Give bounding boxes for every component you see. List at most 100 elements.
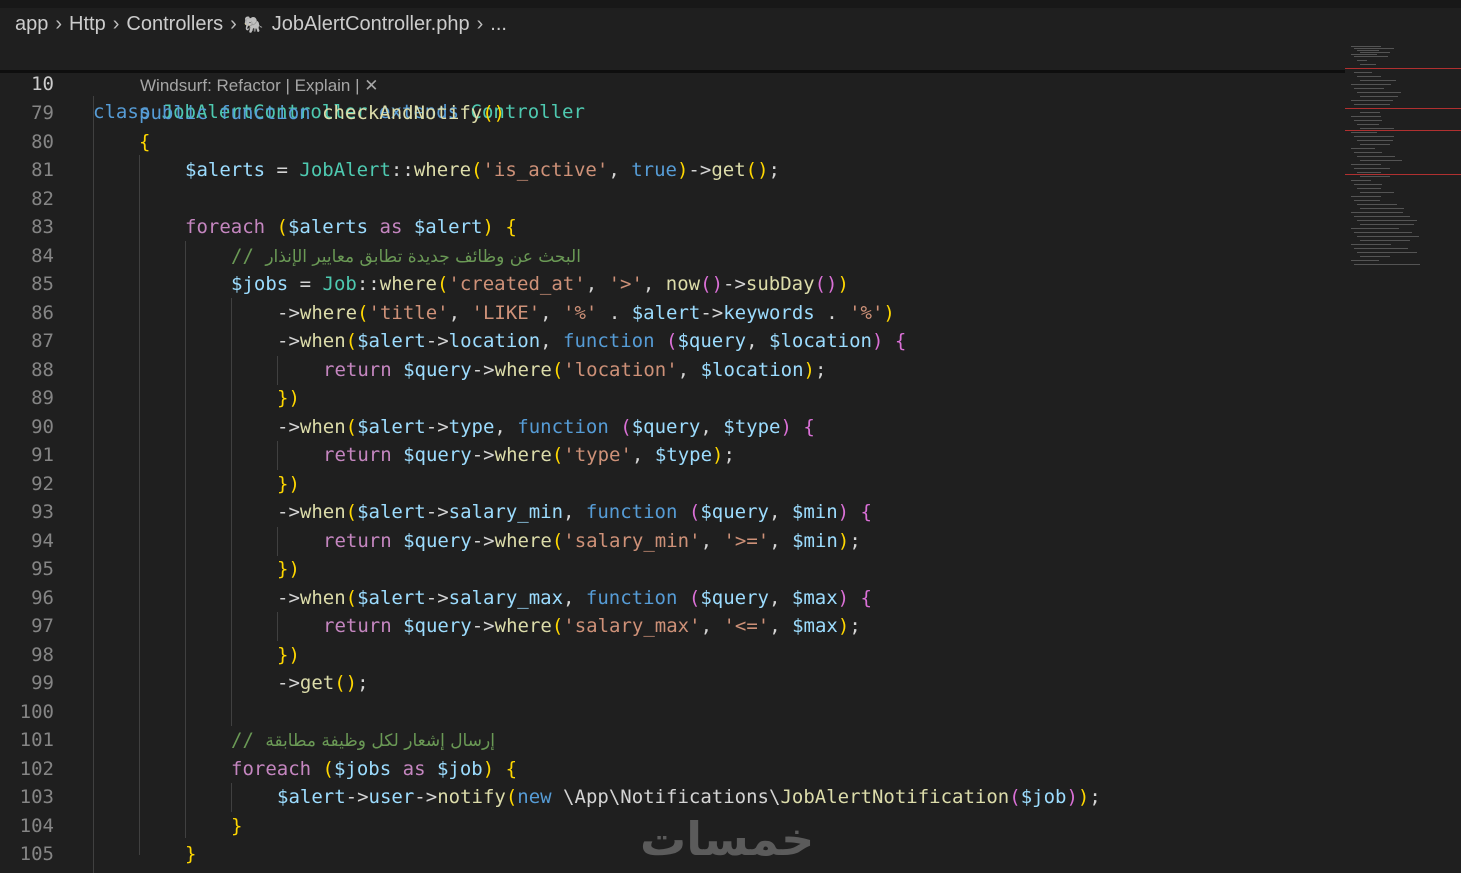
minimap-line (1354, 72, 1372, 73)
line-number: 10 (31, 73, 54, 95)
code-line[interactable]: 89}) (0, 384, 1345, 412)
code-text: foreach ($alerts as $alert) { (185, 216, 517, 238)
code-line[interactable]: 90 ->when($alert->type, function ($query,… (0, 413, 1345, 441)
minimap-line (1354, 88, 1384, 89)
php-file-icon: 🐘 (243, 16, 264, 34)
minimap-line (1360, 52, 1390, 53)
line-number: 91 (31, 444, 54, 466)
breadcrumb-item-app[interactable]: app (15, 13, 48, 36)
code-text: } (185, 843, 197, 865)
code-line[interactable]: 88 return $query->where('location', $loca… (0, 356, 1345, 384)
code-line[interactable]: 86 ->where('title', 'LIKE', '%' . $alert-… (0, 299, 1345, 327)
minimap-line (1357, 236, 1419, 237)
line-number: 84 (31, 244, 54, 267)
breadcrumb-item-controllers[interactable]: Controllers (126, 13, 223, 36)
line-number: 99 (31, 672, 54, 694)
code-line[interactable]: 99 ->get(); (0, 669, 1345, 697)
line-number: 104 (19, 814, 54, 837)
code-line[interactable]: 103 $alert->user->notify(new \App\Notific… (0, 783, 1345, 811)
minimap-line (1357, 124, 1379, 125)
line-number: 92 (31, 472, 54, 495)
minimap-line (1351, 228, 1399, 229)
line-number: 98 (31, 643, 54, 666)
minimap[interactable] (1345, 38, 1461, 268)
chevron-right-icon: › (55, 13, 63, 35)
minimap-line (1354, 56, 1388, 57)
breadcrumb-item-symbols[interactable]: ... (490, 13, 507, 36)
code-text: $alerts = JobAlert::where('is_active', t… (185, 159, 780, 181)
line-number: 100 (19, 700, 54, 723)
minimap-line (1351, 164, 1381, 165)
code-text: }) (277, 558, 300, 580)
code-line[interactable]: 92}) (0, 470, 1345, 498)
minimap-error-marker (1345, 130, 1461, 131)
code-text: return $query->where('type', $type); (323, 444, 735, 466)
code-line[interactable]: 85 $jobs = Job::where('created_at', '>', … (0, 270, 1345, 298)
minimap-line (1357, 76, 1381, 77)
minimap-line (1357, 156, 1395, 157)
minimap-line (1354, 264, 1420, 265)
line-number: 90 (31, 415, 54, 438)
minimap-line (1354, 200, 1380, 201)
minimap-line (1354, 48, 1394, 49)
minimap-line (1360, 192, 1394, 193)
watermark-khamsat: خمسات (640, 812, 815, 866)
minimap-line (1360, 208, 1404, 209)
code-text: return $query->where('salary_max', '<=',… (323, 615, 861, 637)
code-line[interactable]: 96 ->when($alert->salary_max, function ($… (0, 584, 1345, 612)
minimap-line (1351, 100, 1393, 101)
minimap-line (1354, 120, 1382, 121)
code-line[interactable]: 79 public function checkAndNotify() (0, 99, 1345, 127)
code-text: ->when($alert->location, function ($quer… (277, 330, 907, 352)
line-number: 80 (31, 130, 54, 153)
code-text: }) (277, 387, 300, 409)
code-line[interactable]: 101 // إرسال إشعار لكل وظيفة مطابقة (0, 726, 1345, 754)
code-line[interactable]: 83 foreach ($alerts as $alert) { (0, 213, 1345, 241)
minimap-line (1351, 196, 1381, 197)
code-text: { (139, 130, 151, 153)
line-number: 87 (31, 330, 54, 352)
minimap-line (1357, 140, 1393, 141)
minimap-line (1354, 152, 1382, 153)
line-number: 95 (31, 558, 54, 580)
minimap-line (1351, 54, 1377, 55)
sticky-scroll-shadow (0, 70, 1345, 73)
code-line[interactable]: 81 $alerts = JobAlert::where('is_active',… (0, 156, 1345, 184)
minimap-line (1357, 92, 1401, 93)
code-line[interactable]: 93 ->when($alert->salary_min, function ($… (0, 498, 1345, 526)
chevron-right-icon: › (476, 13, 484, 35)
code-text: ->when($alert->salary_min, function ($qu… (277, 501, 872, 523)
minimap-line (1357, 172, 1381, 173)
line-number: 85 (31, 273, 54, 295)
line-number: 86 (31, 301, 54, 324)
line-number: 94 (31, 529, 54, 552)
breadcrumb-item-http[interactable]: Http (69, 13, 106, 36)
minimap-line (1351, 84, 1391, 85)
code-line[interactable]: 100 (0, 698, 1345, 726)
minimap-line (1351, 212, 1403, 213)
code-line[interactable]: 102 foreach ($jobs as $job) { (0, 755, 1345, 783)
code-line[interactable]: 87 ->when($alert->location, function ($qu… (0, 327, 1345, 355)
code-line[interactable]: 97 return $query->where('salary_max', '<=… (0, 612, 1345, 640)
code-line[interactable]: 91 return $query->where('type', $type); (0, 441, 1345, 469)
line-number: 89 (31, 387, 54, 409)
minimap-line (1360, 144, 1390, 145)
codelens-windsurf-actions[interactable]: Windsurf: Refactor | Explain | ✕ (140, 76, 379, 96)
line-number: 81 (31, 159, 54, 181)
breadcrumb-item-file[interactable]: JobAlertController.php (272, 13, 470, 36)
code-line[interactable]: 94 return $query->where('salary_min', '>=… (0, 527, 1345, 555)
code-line[interactable]: 95}) (0, 555, 1345, 583)
minimap-line (1354, 168, 1390, 169)
code-text: $alert->user->notify(new \App\Notificati… (277, 786, 1101, 808)
minimap-line (1351, 46, 1381, 47)
sticky-scroll-line[interactable]: 10 class JobAlertController extends Cont… (0, 42, 1345, 123)
line-number: 103 (19, 786, 54, 808)
code-line[interactable]: 80 { (0, 128, 1345, 156)
code-line[interactable]: 82 (0, 185, 1345, 213)
line-number: 102 (19, 757, 54, 780)
chevron-right-icon: › (112, 13, 120, 35)
minimap-line (1354, 136, 1394, 137)
code-line[interactable]: 98}) (0, 641, 1345, 669)
minimap-line (1354, 184, 1382, 185)
code-line[interactable]: 84 // البحث عن وظائف جديدة تطابق معايير ا… (0, 242, 1345, 270)
